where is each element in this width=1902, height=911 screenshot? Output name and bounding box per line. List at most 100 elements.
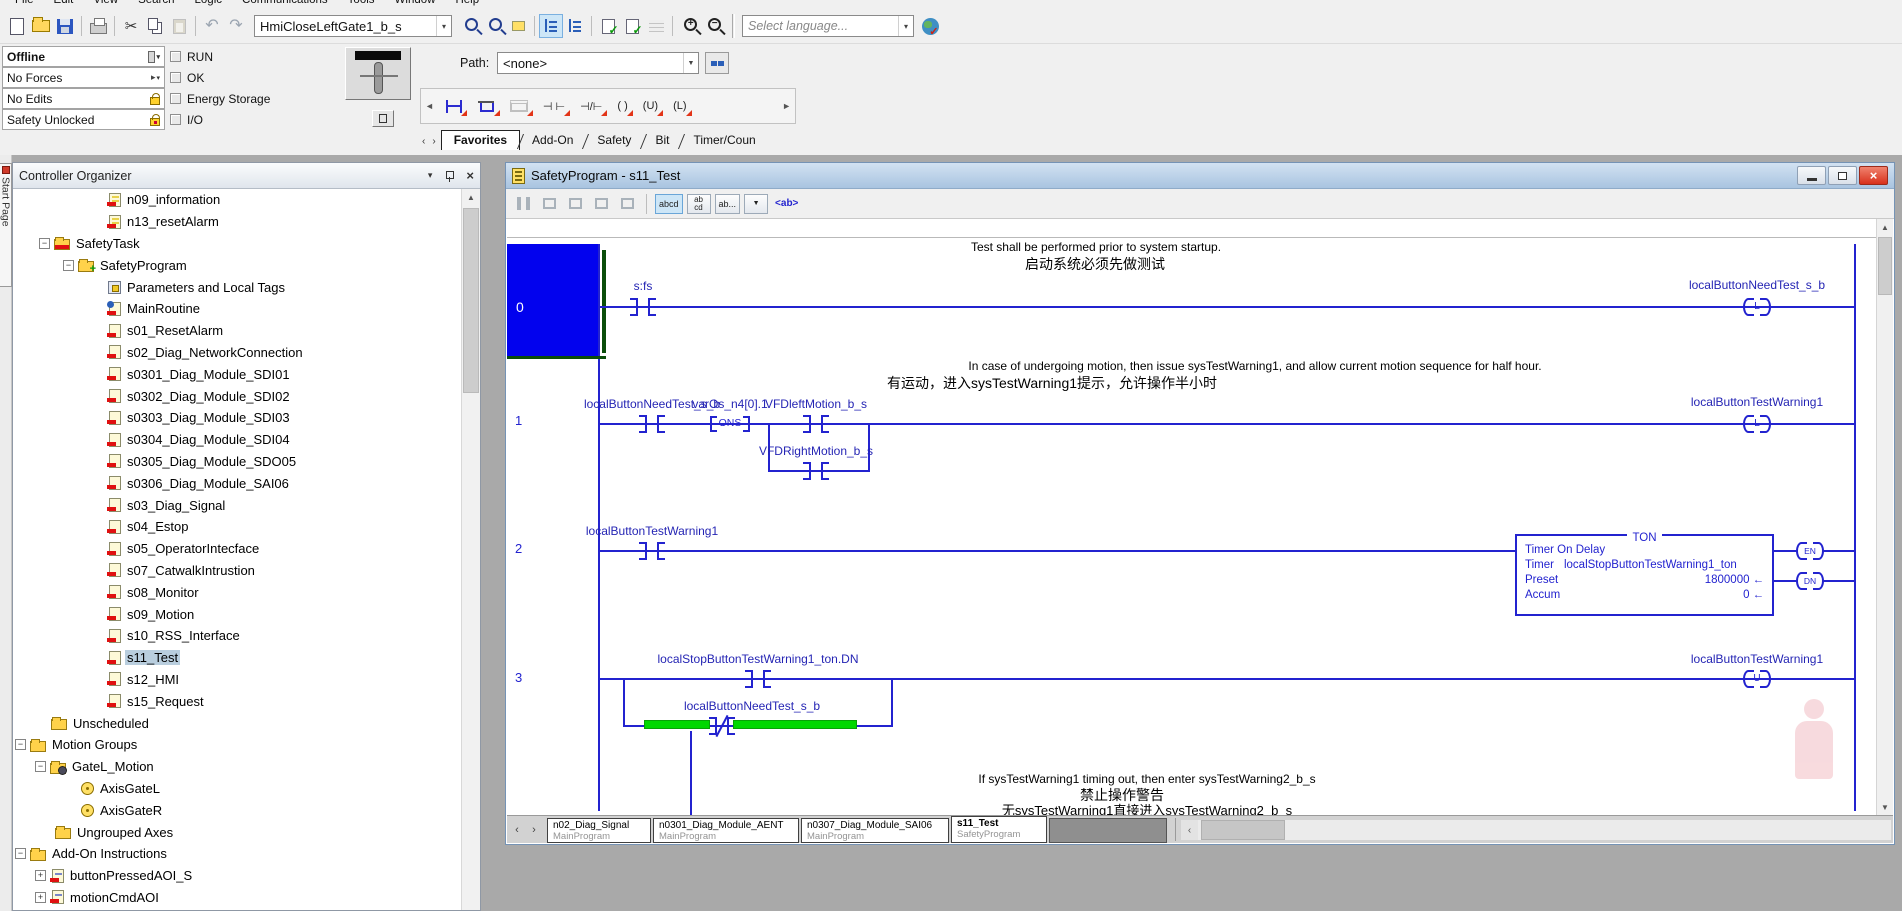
tree-item[interactable]: s0304_Diag_Module_SDI04 <box>13 429 461 451</box>
palette-scroll-right[interactable]: ► <box>782 101 791 111</box>
tree-item-label[interactable]: s10_RSS_Interface <box>125 628 242 643</box>
tree-item-label[interactable]: s09_Motion <box>125 607 196 622</box>
verify-routine-icon[interactable]: ✓ <box>596 14 620 38</box>
rung-comment[interactable]: Test shall be performed prior to system … <box>971 240 1221 254</box>
tree-item-label[interactable]: SafetyProgram <box>98 258 189 273</box>
tree-item[interactable]: s04_Estop <box>13 516 461 538</box>
undo-icon[interactable]: ↶ <box>200 14 224 38</box>
ladder-horizontal-scrollbar[interactable]: ‹ <box>1181 820 1891 840</box>
latch-coil[interactable]: L <box>1743 415 1771 433</box>
palette-scroll-left[interactable]: ◄ <box>425 101 434 111</box>
tree-item[interactable]: − Add-On Instructions <box>13 843 461 865</box>
cut-icon[interactable]: ✂ <box>119 14 143 38</box>
xic-contact[interactable] <box>803 462 829 480</box>
branch-insert-icon[interactable] <box>538 194 560 214</box>
timer-operand[interactable]: localStopButtonTestWarning1_ton <box>1564 559 1737 571</box>
restore-button[interactable] <box>1828 166 1857 185</box>
tree-item-label[interactable]: n09_information <box>125 192 222 207</box>
menu-item[interactable]: Search <box>129 0 183 6</box>
tree-item[interactable]: s0302_Diag_Module_SDI02 <box>13 385 461 407</box>
tree-expander-icon[interactable]: − <box>63 260 74 271</box>
routine-tab[interactable]: n02_Diag_Signal MainProgram <box>547 818 651 843</box>
tree-item[interactable]: s02_Diag_NetworkConnection <box>13 342 461 364</box>
tree-expander-icon[interactable]: − <box>39 238 50 249</box>
tree-item-label[interactable]: s0304_Diag_Module_SDI04 <box>125 432 292 447</box>
language-combobox[interactable]: Select language... ▾ <box>742 15 914 37</box>
save-icon[interactable] <box>53 14 77 38</box>
tree-item-label[interactable]: s05_OperatorIntecface <box>125 541 261 556</box>
accum-value[interactable]: 0 <box>1743 589 1749 601</box>
palette-tab-next[interactable]: › <box>430 136 440 150</box>
ladder-window-title-bar[interactable]: SafetyProgram - s11_Test × <box>506 163 1894 189</box>
ons-instruction[interactable]: ONS <box>710 416 750 432</box>
contact-tag[interactable]: localStopButtonTestWarning1_ton.DN <box>658 652 859 666</box>
safety-box[interactable]: Safety Unlocked <box>2 109 165 130</box>
tree-item-label[interactable]: s11_Test <box>125 650 180 665</box>
unlatch-coil[interactable]: U <box>1743 670 1771 688</box>
tag-combobox[interactable]: HmiCloseLeftGate1_b_s ▾ <box>254 15 452 37</box>
rung-number[interactable]: 1 <box>515 413 522 428</box>
tree-item[interactable]: s01_ResetAlarm <box>13 320 461 342</box>
instruction-icon[interactable]: ⊣/⊢ <box>578 97 604 115</box>
tree-item[interactable]: s11_Test <box>13 647 461 669</box>
chevron-down-icon[interactable]: ▾ <box>436 16 451 36</box>
copy-icon[interactable] <box>143 14 167 38</box>
coil-tag[interactable]: localButtonNeedTest_s_b <box>1689 278 1825 292</box>
menu-item[interactable]: Window <box>386 0 445 6</box>
branch-append-icon[interactable] <box>564 194 586 214</box>
new-file-icon[interactable] <box>5 14 29 38</box>
truncate-tag-names-button[interactable]: ab... <box>715 194 741 214</box>
tree-expander-icon[interactable]: + <box>35 892 46 903</box>
show-tag-names-button[interactable]: abcd <box>655 194 683 214</box>
tree-item[interactable]: s08_Monitor <box>13 581 461 603</box>
tree-item-label[interactable]: s04_Estop <box>125 519 190 534</box>
tree-item-label[interactable]: s15_Request <box>125 694 206 709</box>
instruction-icon[interactable]: (U) <box>641 97 660 115</box>
tree-item[interactable]: s0305_Diag_Module_SDO05 <box>13 451 461 473</box>
rung-number[interactable]: 2 <box>515 541 522 556</box>
tree-item[interactable]: − SafetyProgram <box>13 254 461 276</box>
menu-item[interactable]: Tools <box>339 0 384 6</box>
tag-search-icon[interactable] <box>506 14 530 38</box>
rung-append-icon[interactable] <box>616 194 638 214</box>
ladder-vertical-scrollbar[interactable]: ▲ ▼ <box>1876 219 1893 815</box>
palette-tab-prev[interactable]: ‹ <box>420 136 430 150</box>
rung-comment[interactable]: 有运动，进入sysTestWarning1提示，允许操作半小时 <box>887 373 1217 393</box>
instruction-icon[interactable]: ⊣ ⊢ <box>541 97 567 115</box>
edit-tag-button[interactable]: <ab> <box>772 194 801 214</box>
xio-contact[interactable] <box>709 717 735 735</box>
tree-item-label[interactable]: s07_CatwalkIntrustion <box>125 563 257 578</box>
contact-tag[interactable]: localButtonTestWarning1 <box>586 524 718 538</box>
routine-tab[interactable]: n0307_Diag_Module_SAI06 MainProgram <box>801 818 949 843</box>
ons-tag[interactable]: varOs_n4[0].1 <box>692 397 767 411</box>
contact-tag[interactable]: VFDleftMotion_b_s <box>765 397 867 411</box>
ton-timer-block[interactable]: TON Timer On Delay TimerlocalStopButtonT… <box>1515 534 1774 616</box>
tree-item[interactable]: Parameters and Local Tags <box>13 276 461 298</box>
tree-expander-icon[interactable]: − <box>15 739 26 750</box>
path-combobox[interactable]: <none> ▼ <box>497 52 699 74</box>
palette-tab[interactable]: Add-On <box>520 131 585 150</box>
xic-contact[interactable] <box>639 542 665 560</box>
tree-item-label[interactable]: GateL_Motion <box>70 759 156 774</box>
tree-item-label[interactable]: motionCmdAOI <box>68 890 161 905</box>
tree-item-label[interactable]: buttonPressedAOI_S <box>68 868 194 883</box>
menu-item[interactable]: Logic <box>186 0 232 6</box>
minimize-button[interactable] <box>1797 166 1826 185</box>
zoom-in-icon[interactable]: + <box>677 14 701 38</box>
forces-box[interactable]: No Forces ▸▾ <box>2 67 165 88</box>
tree-item-label[interactable]: MainRoutine <box>125 301 202 316</box>
tree-item[interactable]: Unscheduled <box>13 712 461 734</box>
ladder-canvas[interactable]: 0 Test shall be performed prior to syste… <box>507 219 1877 815</box>
pin-icon[interactable] <box>444 170 454 182</box>
tree-item-label[interactable]: s12_HMI <box>125 672 181 687</box>
rung-insert-icon[interactable] <box>590 194 612 214</box>
grid-icon[interactable] <box>644 14 668 38</box>
tree-item-label[interactable]: s08_Monitor <box>125 585 201 600</box>
tab-scroll-right[interactable]: › <box>526 821 542 839</box>
close-button[interactable]: × <box>1859 166 1888 185</box>
wrap-tag-names-button[interactable]: abcd <box>687 194 711 214</box>
menu-item[interactable]: File <box>6 0 43 6</box>
tree-item[interactable]: − GateL_Motion <box>13 756 461 778</box>
redo-icon[interactable]: ↷ <box>224 14 248 38</box>
tree-item[interactable]: Ungrouped Axes <box>13 821 461 843</box>
